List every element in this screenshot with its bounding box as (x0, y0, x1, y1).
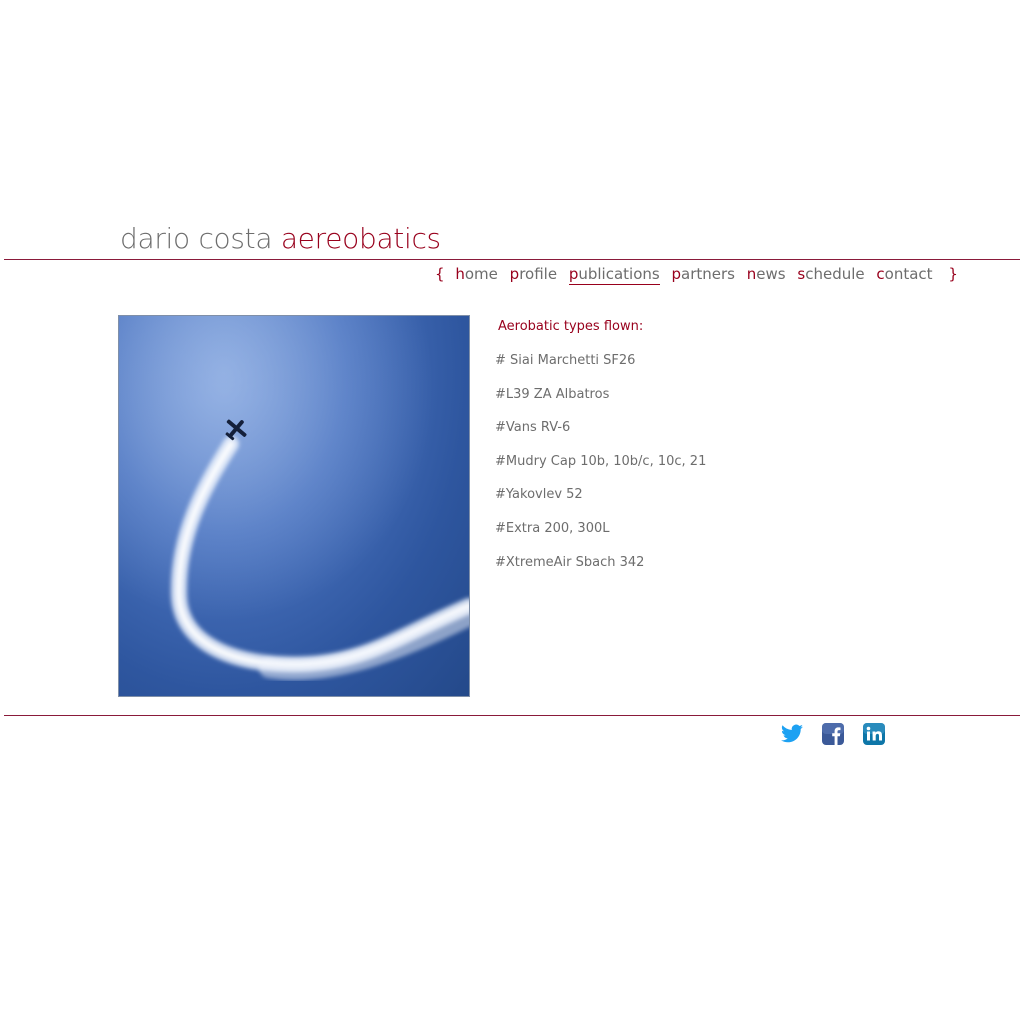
list-item: #Yakovlev 52 (495, 487, 583, 503)
nav-open-brace: { (435, 265, 445, 283)
list-item: #XtremeAir Sbach 342 (495, 554, 645, 570)
social-links (780, 722, 886, 746)
list-item: # Siai Marchetti SF26 (495, 353, 636, 368)
aircraft-list-heading: Aerobatic types flown: (498, 319, 644, 334)
page: dario costa aereobatics { home profile p… (0, 0, 1020, 1020)
nav-item-profile[interactable]: profile (510, 265, 557, 283)
list-item: #Vans RV-6 (495, 420, 571, 436)
main-nav: { home profile publications partners new… (435, 265, 958, 285)
nav-item-contact[interactable]: contact (876, 265, 932, 283)
aerobatic-plane-photo (118, 315, 470, 697)
list-item: #Extra 200, 300L (495, 520, 610, 536)
facebook-icon[interactable] (821, 722, 845, 746)
twitter-icon[interactable] (780, 722, 804, 746)
aircraft-list: # Siai Marchetti SF26 #L39 ZA Albatros #… (495, 352, 706, 587)
site-title[interactable]: dario costa aereobatics (120, 222, 441, 255)
list-item: #L39 ZA Albatros (495, 386, 610, 402)
nav-item-publications[interactable]: publications (568, 265, 660, 285)
nav-item-home[interactable]: home (455, 265, 498, 283)
nav-item-schedule[interactable]: schedule (797, 265, 864, 283)
list-item: #Mudry Cap 10b, 10b/c, 10c, 21 (495, 453, 707, 469)
linkedin-icon[interactable] (862, 722, 886, 746)
site-title-accent: aereobatics (280, 222, 441, 255)
nav-item-news[interactable]: news (747, 265, 786, 283)
header-divider (4, 259, 1020, 260)
site-title-name: dario costa (120, 222, 273, 255)
nav-item-partners[interactable]: partners (672, 265, 736, 283)
footer-divider (4, 715, 1020, 716)
nav-close-brace: } (948, 265, 958, 283)
